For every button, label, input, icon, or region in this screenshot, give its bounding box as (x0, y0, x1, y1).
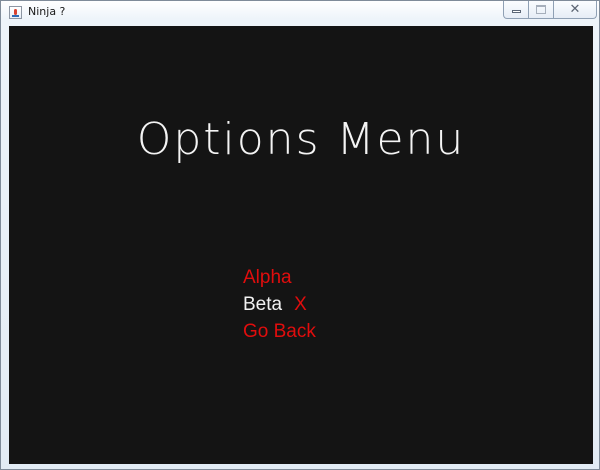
option-go-back[interactable]: Go Back (243, 318, 316, 345)
option-alpha[interactable]: Alpha (243, 264, 316, 291)
selected-marker: X (294, 294, 307, 315)
app-window: Ninja ? ✕ Options Menu Alpha Beta X Go Ba… (0, 0, 600, 470)
option-alpha-label: Alpha (243, 267, 292, 288)
game-canvas[interactable]: Options Menu Alpha Beta X Go Back (9, 26, 593, 464)
java-app-icon[interactable] (9, 6, 22, 19)
close-button[interactable]: ✕ (554, 1, 597, 19)
title-bar[interactable]: Ninja ? ✕ (1, 1, 599, 25)
menu-title: Options Menu (136, 114, 466, 165)
minimize-button[interactable] (503, 1, 529, 19)
option-beta[interactable]: Beta X (243, 291, 316, 318)
window-controls: ✕ (503, 1, 597, 19)
close-icon: ✕ (569, 2, 581, 17)
options-list: Alpha Beta X Go Back (243, 264, 316, 345)
option-beta-label: Beta (243, 294, 283, 315)
minimize-icon (512, 10, 521, 13)
maximize-button[interactable] (529, 1, 554, 19)
option-go-back-label: Go Back (243, 321, 316, 342)
maximize-icon (536, 5, 546, 14)
window-title: Ninja ? (28, 5, 66, 18)
